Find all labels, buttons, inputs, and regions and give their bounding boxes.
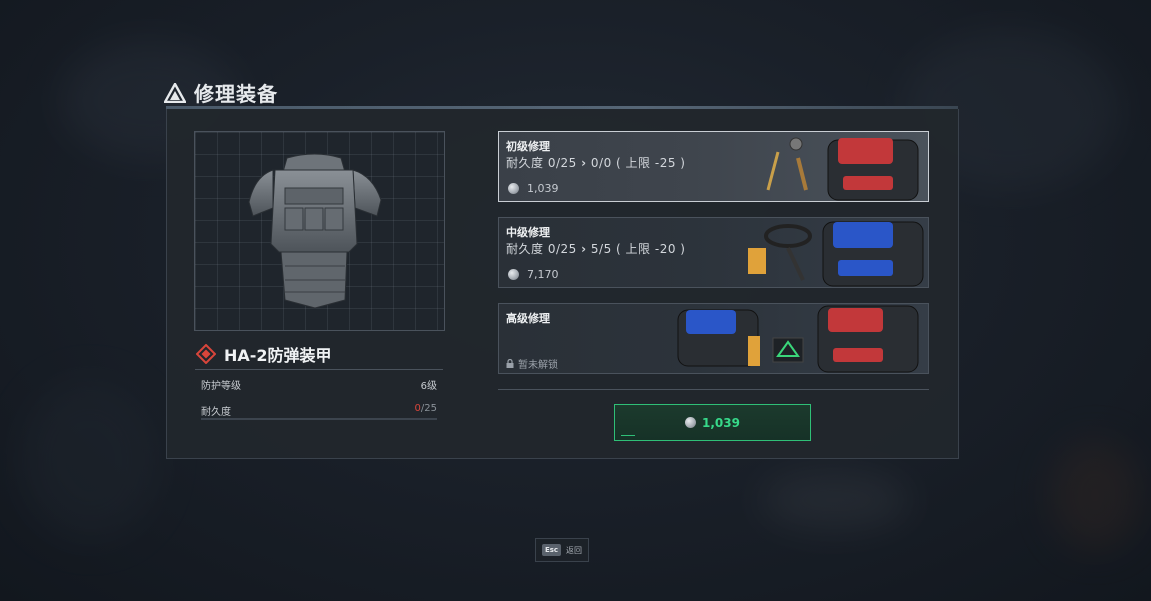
confirm-repair-button[interactable]: 1,039	[614, 404, 811, 441]
repair-cost-value: 1,039	[527, 182, 559, 195]
dialog-title: 修理装备	[164, 78, 278, 107]
repair-option-title: 高级修理	[506, 312, 550, 325]
confirm-repair-amount: 1,039	[702, 415, 740, 430]
durability-bar	[201, 418, 437, 420]
back-button[interactable]: Esc 返回	[535, 538, 589, 562]
lock-text: 暂未解锁	[518, 360, 558, 371]
intermediate-repair-kit-image	[748, 221, 924, 287]
repair-durability-line: 耐久度 0/25 › 5/5 ( 上限 -20 )	[506, 240, 685, 257]
lock-icon	[506, 359, 514, 368]
arrow-icon: ›	[581, 156, 587, 170]
repair-option-advanced[interactable]: 高级修理 暂未解锁	[498, 303, 929, 374]
repair-cost: 7,170	[508, 268, 559, 281]
stat-protection-level: 防护等级 6级	[201, 377, 437, 392]
durability-to: 5/5	[590, 242, 612, 256]
triangle-logo-icon	[164, 82, 186, 103]
item-name-row: HA-2防弹装甲	[196, 342, 332, 366]
item-preview	[194, 131, 445, 331]
back-label: 返回	[566, 545, 583, 555]
durability-limit: ( 上限 -25 )	[616, 156, 686, 170]
repair-cost: 1,039	[508, 182, 559, 195]
options-divider	[498, 389, 929, 390]
repair-durability-line: 耐久度 0/25 › 0/0 ( 上限 -25 )	[506, 154, 685, 171]
repair-option-basic[interactable]: 初级修理 耐久度 0/25 › 0/0 ( 上限 -25 ) 1,039	[498, 131, 929, 202]
stat-durability: 耐久度 0/25	[201, 403, 437, 418]
coin-icon	[508, 269, 519, 280]
arrow-icon: ›	[581, 242, 587, 256]
durability-label: 耐久度	[506, 242, 544, 256]
durability-to: 0/0	[590, 156, 612, 170]
button-accent	[621, 435, 635, 436]
coin-icon	[685, 417, 697, 428]
item-name-divider	[195, 369, 443, 370]
stat-label: 耐久度	[201, 407, 231, 418]
item-name: HA-2防弹装甲	[224, 346, 332, 365]
coin-icon	[508, 183, 519, 194]
durability-limit: ( 上限 -20 )	[616, 242, 686, 256]
repair-option-title: 中级修理	[506, 226, 550, 239]
durability-from: 0/25	[547, 242, 577, 256]
dialog-title-text: 修理装备	[194, 82, 278, 106]
repair-option-title: 初级修理	[506, 140, 550, 153]
stat-value: 0/25	[415, 403, 437, 418]
stat-label: 防护等级	[201, 381, 241, 392]
armor-vest-image	[248, 153, 382, 309]
repair-option-intermediate[interactable]: 中级修理 耐久度 0/25 › 5/5 ( 上限 -20 ) 7,170	[498, 217, 929, 288]
stat-value: 6级	[420, 381, 437, 392]
durability-label: 耐久度	[506, 156, 544, 170]
durability-max: 25	[424, 403, 437, 414]
esc-key-icon: Esc	[541, 544, 562, 556]
red-diamond-icon	[196, 344, 216, 364]
basic-repair-kit-image	[766, 137, 919, 201]
durability-from: 0/25	[547, 156, 577, 170]
repair-cost-value: 7,170	[527, 268, 559, 281]
locked-status: 暂未解锁	[506, 356, 558, 371]
advanced-repair-kit-image	[677, 305, 919, 373]
